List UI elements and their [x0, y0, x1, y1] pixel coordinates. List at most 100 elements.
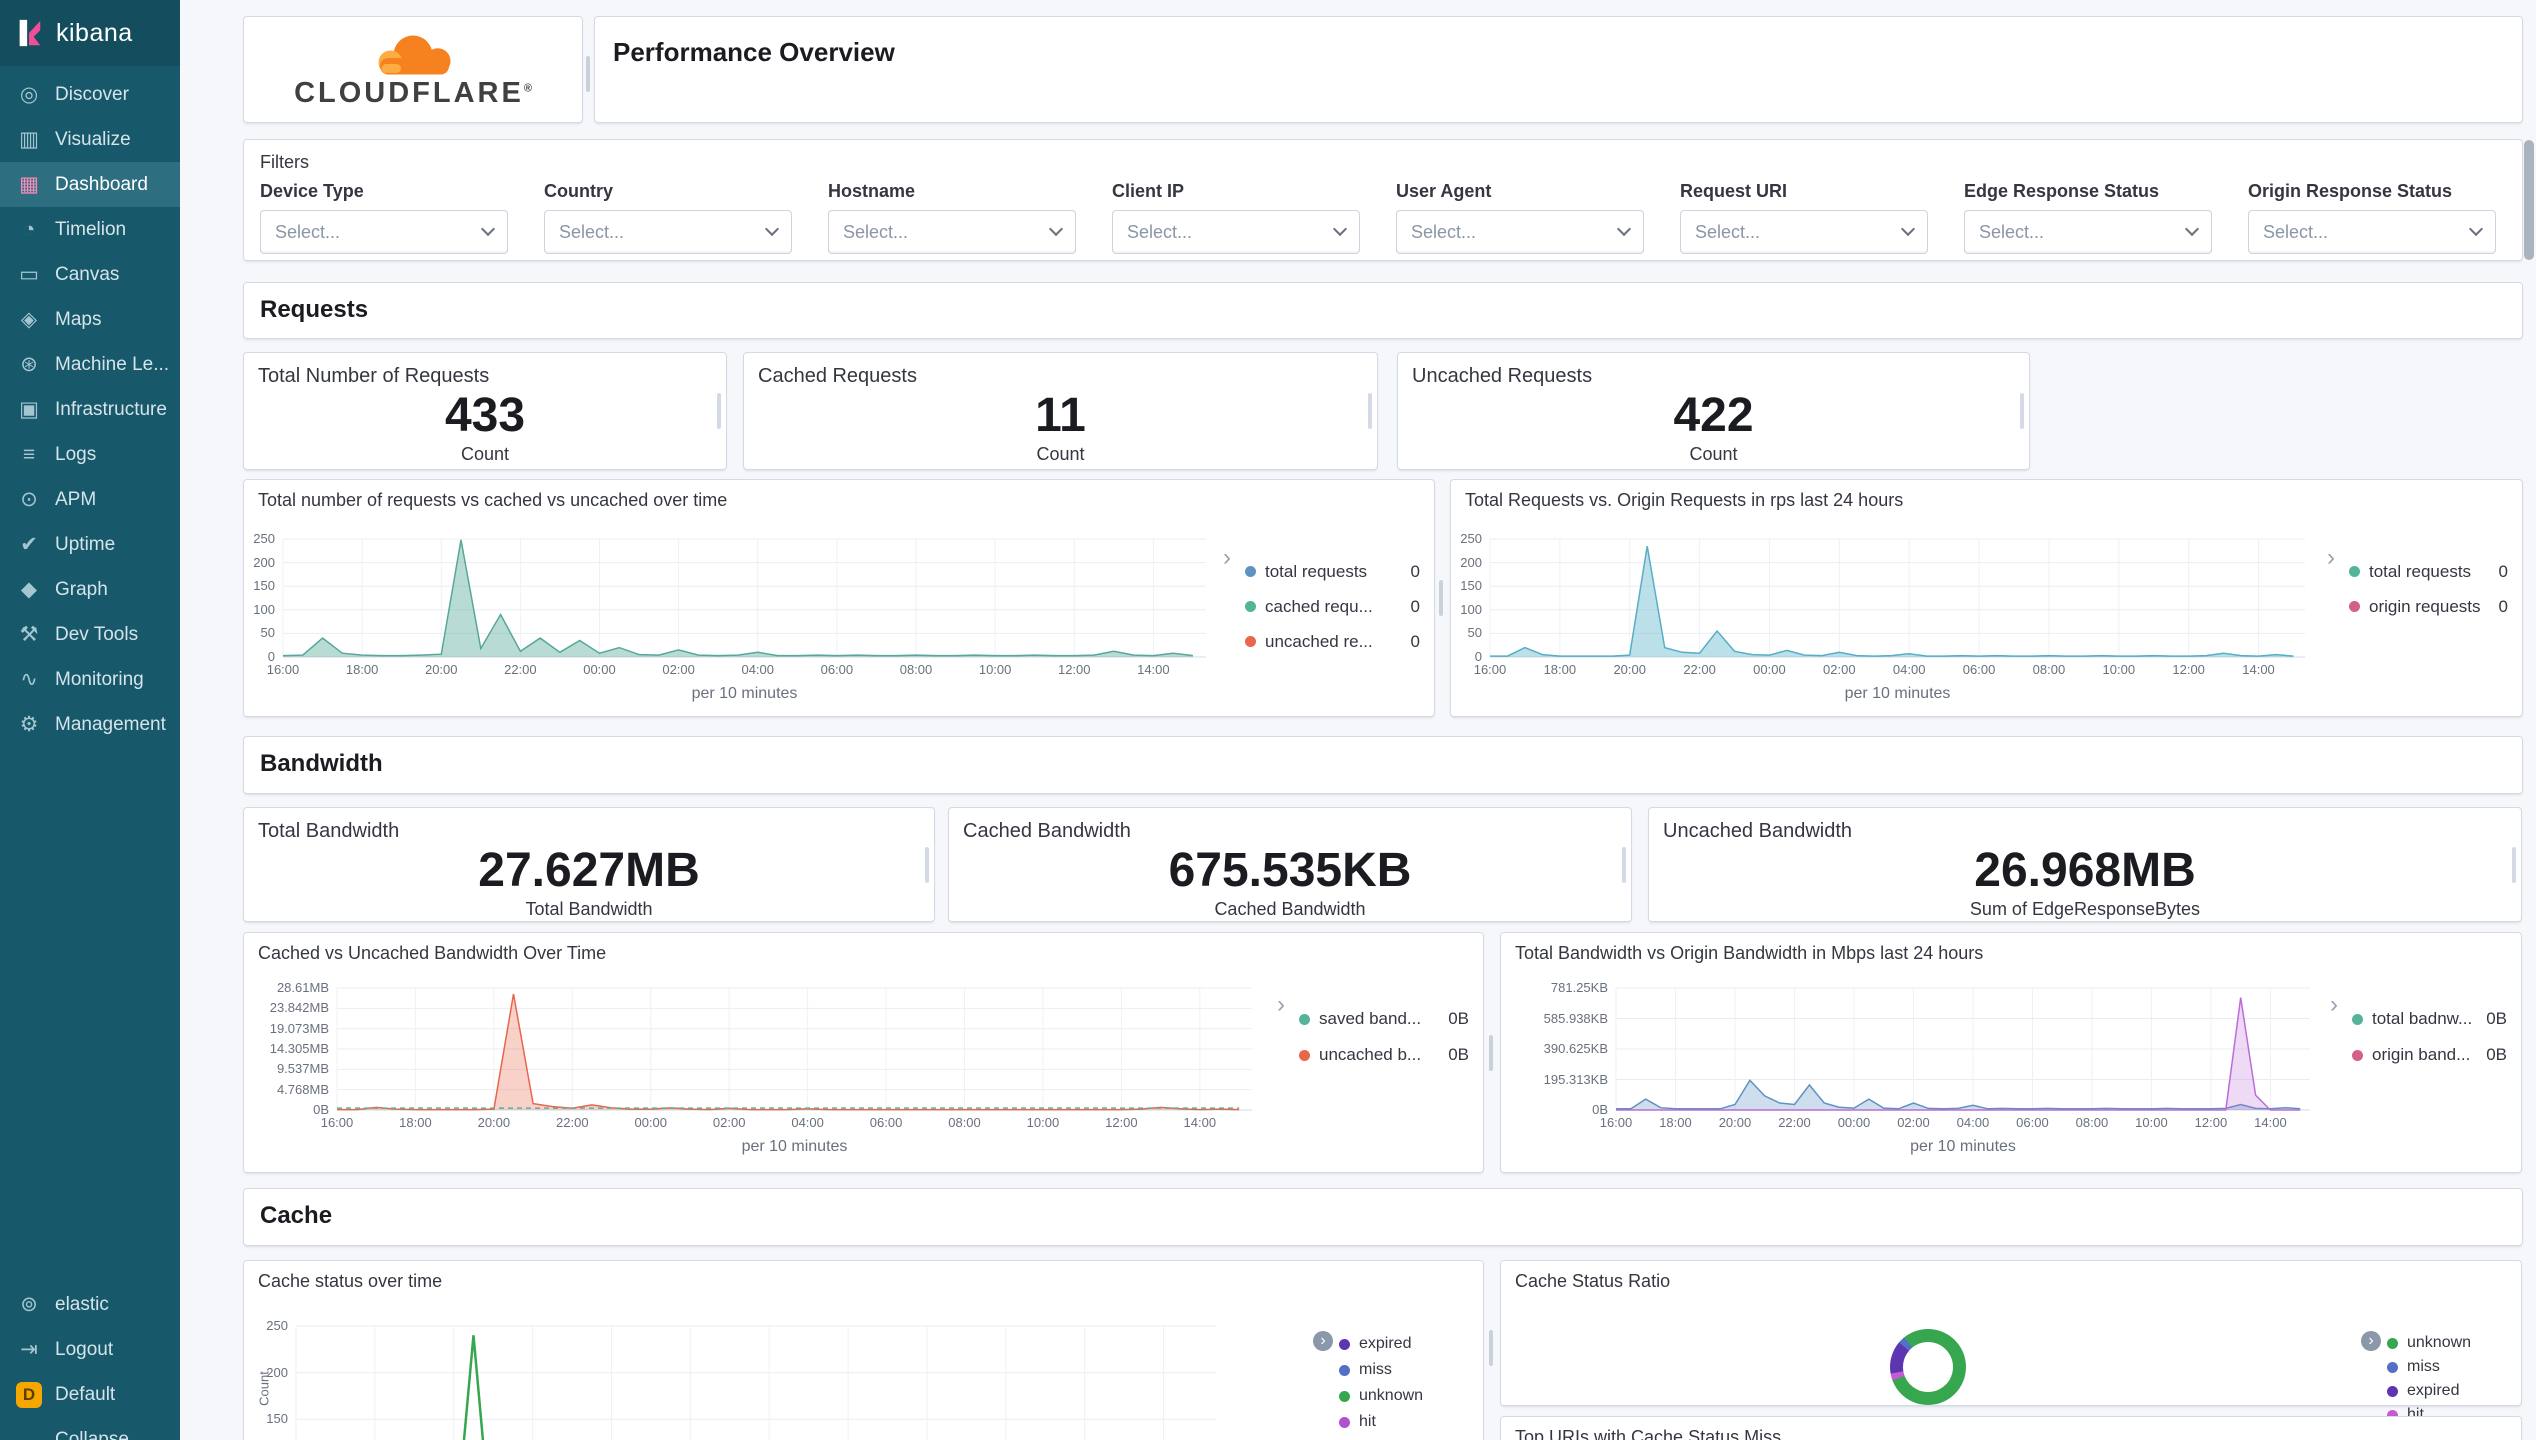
panel-resize-handle[interactable]: [925, 846, 929, 883]
legend-item[interactable]: uncached b... 0B: [1299, 1037, 1469, 1073]
default-space-icon: D: [16, 1381, 42, 1408]
legend-item[interactable]: uncached re... 0: [1245, 624, 1420, 659]
legend-label: expired: [2407, 1382, 2460, 1399]
cache-ratio-donut[interactable]: [1890, 1329, 1966, 1405]
chevron-down-icon: [1048, 221, 1064, 237]
filter-label: User Agent: [1396, 181, 1492, 201]
sidebar-item-default[interactable]: D Default: [0, 1372, 180, 1417]
x-axis-tick-label: 14:00: [2254, 1115, 2287, 1130]
sidebar-item-logout[interactable]: ⇥ Logout: [0, 1327, 180, 1372]
metric-total-bandwidth: Total Bandwidth 27.627MB Total Bandwidth: [243, 807, 935, 922]
sidebar-item-dashboard[interactable]: ▦ Dashboard: [0, 162, 180, 207]
bandwidth-vs-origin-plot[interactable]: [1615, 987, 2310, 1111]
filter-select-value: Select...: [843, 222, 909, 242]
filter-select-origin-response-status[interactable]: Select...: [2248, 210, 2496, 254]
sidebar-item-management[interactable]: ⚙ Management: [0, 702, 180, 747]
legend-collapse-icon[interactable]: ›: [1277, 993, 1285, 1017]
sidebar-item-apm[interactable]: ⊙ APM: [0, 477, 180, 522]
filter-select-edge-response-status[interactable]: Select...: [1964, 210, 2212, 254]
panel-resize-handle[interactable]: [2020, 393, 2024, 429]
filter-select-value: Select...: [2263, 222, 2329, 242]
sidebar-item-infrastructure[interactable]: ▣ Infrastructure: [0, 387, 180, 432]
cache-status-over-time-plot[interactable]: [295, 1325, 1216, 1440]
y-axis-tick-label: 19.073MB: [269, 1020, 329, 1036]
panel-resize-handle[interactable]: [1622, 846, 1626, 883]
section-title: Cache: [260, 1202, 333, 1229]
legend-item[interactable]: miss: [2387, 1355, 2507, 1379]
requests-over-time-plot[interactable]: [282, 538, 1206, 658]
sidebar-item-dev-tools[interactable]: ⚒ Dev Tools: [0, 612, 180, 657]
x-axis-tick-label: 08:00: [2075, 1115, 2109, 1130]
panel-resize-handle[interactable]: [586, 56, 590, 92]
filter-label: Origin Response Status: [2248, 181, 2453, 201]
chart-legend: › total badnw... 0B origin band... 0B: [2330, 993, 2507, 1073]
legend-item[interactable]: origin requests 0: [2349, 589, 2508, 624]
sidebar-item-label: Timelion: [55, 218, 127, 240]
legend-item[interactable]: hit: [1339, 1409, 1469, 1435]
legend-dot: [1339, 1416, 1350, 1428]
sidebar-item-logs[interactable]: ≡ Logs: [0, 432, 180, 477]
sidebar-item-collapse[interactable]: ← Collapse: [0, 1417, 180, 1440]
panel-resize-handle[interactable]: [1489, 1035, 1493, 1071]
legend-item[interactable]: total requests 0: [1245, 554, 1420, 589]
y-axis-tick-label: 585.938KB: [1543, 1010, 1608, 1026]
sidebar-item-discover[interactable]: ◎ Discover: [0, 72, 180, 117]
filter-select-user-agent[interactable]: Select...: [1396, 210, 1644, 254]
chart-title: Total Bandwidth vs Origin Bandwidth in M…: [1515, 943, 1984, 963]
legend-collapse-icon[interactable]: ›: [2361, 1331, 2381, 1351]
x-axis-tick-label: 20:00: [1718, 1115, 1752, 1130]
metric-value: 27.627MB: [478, 844, 700, 897]
legend-item[interactable]: miss: [1339, 1357, 1469, 1383]
sidebar-item-maps[interactable]: ◈ Maps: [0, 297, 180, 342]
legend-item[interactable]: total requests 0: [2349, 554, 2508, 589]
legend-item[interactable]: revalidated: [1339, 1435, 1469, 1440]
sidebar-item-timelion[interactable]: ◔ Timelion: [0, 207, 180, 252]
sidebar-item-uptime[interactable]: ✔ Uptime: [0, 522, 180, 567]
scrollbar-thumb[interactable]: [2524, 140, 2534, 260]
bandwidth-over-time-plot[interactable]: [336, 987, 1252, 1111]
kibana-brand[interactable]: kibana: [0, 0, 180, 66]
panel-resize-handle[interactable]: [717, 393, 721, 429]
filter-select-hostname[interactable]: Select...: [828, 210, 1076, 254]
panel-resize-handle[interactable]: [1368, 393, 1372, 429]
metric-value: 11: [1035, 389, 1086, 442]
filter-select-device-type[interactable]: Select...: [260, 210, 508, 254]
y-axis-tick-label: 200: [1460, 554, 1482, 570]
user-icon: ⊚: [20, 1293, 38, 1316]
sidebar-item-label: Logout: [55, 1338, 114, 1360]
legend-item[interactable]: total badnw... 0B: [2352, 1001, 2507, 1037]
legend-item[interactable]: saved band... 0B: [1299, 1001, 1469, 1037]
legend-collapse-icon[interactable]: ›: [2327, 546, 2335, 570]
requests-vs-origin-plot[interactable]: [1489, 538, 2305, 658]
legend-collapse-icon[interactable]: ›: [2330, 993, 2338, 1017]
filter-label: Request URI: [1680, 181, 1788, 201]
sidebar-item-machine-le[interactable]: ⊛ Machine Le...: [0, 342, 180, 387]
panel-resize-handle[interactable]: [1489, 1330, 1493, 1366]
x-axis-tick-label: 00:00: [1753, 662, 1786, 677]
legend-item[interactable]: expired: [1339, 1331, 1469, 1357]
panel-resize-handle[interactable]: [1439, 580, 1443, 616]
sidebar: kibana ◎ Discover ▥ Visualize ▦ Dashboard ◔ Tim…: [0, 0, 180, 1440]
filter-select-request-uri[interactable]: Select...: [1680, 210, 1928, 254]
metric-value: 26.968MB: [1974, 844, 2196, 897]
legend-item[interactable]: origin band... 0B: [2352, 1037, 2507, 1073]
sidebar-item-graph[interactable]: ◆ Graph: [0, 567, 180, 612]
metric-title: Cached Bandwidth: [963, 820, 1131, 842]
legend-collapse-icon[interactable]: ›: [1313, 1331, 1333, 1351]
filter-edge-response-status: Edge Response Status Select...: [1964, 181, 2212, 254]
sidebar-item-elastic[interactable]: ⊚ elastic: [0, 1282, 180, 1327]
sidebar-item-visualize[interactable]: ▥ Visualize: [0, 117, 180, 162]
sidebar-item-monitoring[interactable]: ∿ Monitoring: [0, 657, 180, 702]
panel-resize-handle[interactable]: [2512, 846, 2516, 883]
legend-dot: [1245, 636, 1256, 647]
legend-item[interactable]: unknown: [1339, 1383, 1469, 1409]
filter-select-client-ip[interactable]: Select...: [1112, 210, 1360, 254]
legend-item[interactable]: expired: [2387, 1379, 2507, 1403]
x-axis-tick-label: 22:00: [504, 662, 537, 677]
legend-item[interactable]: unknown: [2387, 1331, 2507, 1355]
legend-collapse-icon[interactable]: ›: [1223, 546, 1231, 570]
metric-sub: Count: [1036, 444, 1085, 464]
sidebar-item-canvas[interactable]: ▭ Canvas: [0, 252, 180, 297]
legend-item[interactable]: cached requ... 0: [1245, 589, 1420, 624]
filter-select-country[interactable]: Select...: [544, 210, 792, 254]
